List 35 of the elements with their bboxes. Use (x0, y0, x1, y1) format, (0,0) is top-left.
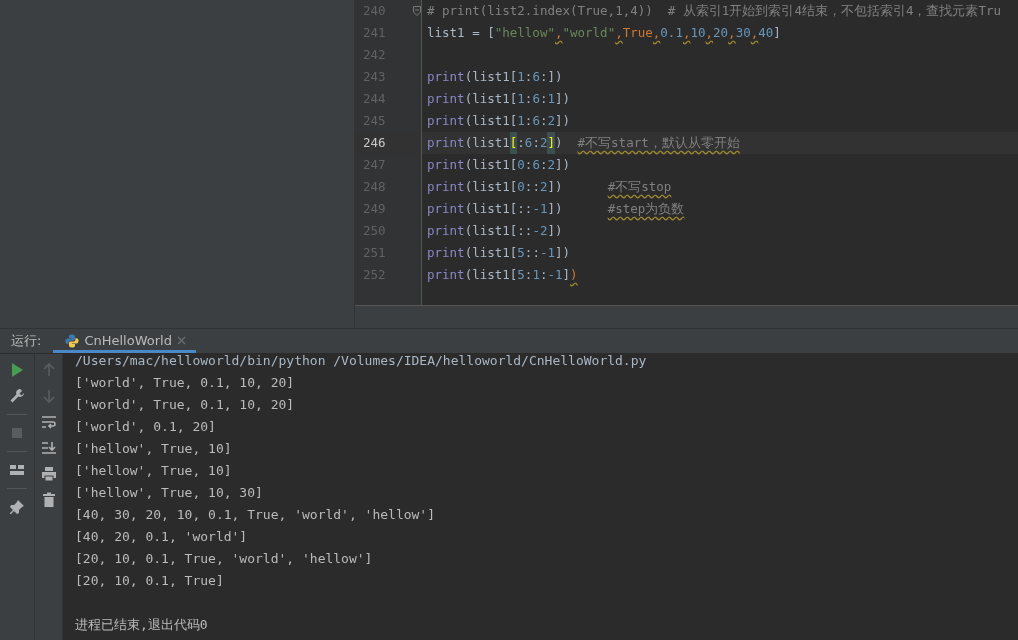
fold-icon[interactable] (413, 6, 421, 16)
console-line: ['hellow', True, 10] (75, 462, 233, 480)
pin-icon[interactable] (9, 499, 25, 515)
scroll-to-end-icon[interactable] (40, 440, 57, 456)
python-icon (65, 333, 80, 348)
run-icon[interactable] (9, 362, 25, 378)
code-line: # print(list2.index(True,1,4)) # 从索引1开始到索引4结束，不包括索引4，查找元素Tru (426, 2, 1003, 20)
console-line: [20, 10, 0.1, True] (75, 572, 225, 590)
console-line: /Users/mac/helloworld/bin/python /Volumes/IDEA/helloworld/CnHelloWorld.py (75, 352, 648, 370)
console-line: [40, 30, 20, 10, 0.1, True, 'world', 'hellow'] (75, 506, 437, 524)
console-line: ['hellow', True, 10, 30] (75, 484, 264, 502)
code-line: print(list1[0::2]) #不写stop (426, 178, 673, 196)
code-line: list1 = ["hellow","world",True,0.1,10,20,30,40] (426, 24, 782, 42)
line-number: 246 (363, 135, 386, 150)
soft-wrap-icon[interactable] (40, 414, 57, 430)
layout-icon[interactable] (9, 462, 25, 478)
console-line: [40, 20, 0.1, 'world'] (75, 528, 249, 546)
console-line: 进程已结束,退出代码0 (75, 616, 209, 634)
console-line: ['world', 0.1, 20] (75, 418, 217, 436)
code-line: print(list1[1:6:2]) (426, 112, 572, 130)
printer-icon[interactable] (40, 466, 57, 482)
code-line: print(list1[::-2]) (426, 222, 564, 240)
code-line: print(list1[::-1]) #step为负数 (426, 200, 686, 218)
code-line: print(list1[1:6:]) (426, 68, 564, 86)
code-line: print(list1[5:1:-1]) (426, 266, 579, 284)
code-line: print(list1[1:6:1]) (426, 90, 572, 108)
trash-icon[interactable] (40, 492, 57, 508)
console-line: [20, 10, 0.1, True, 'world', 'hellow'] (75, 550, 374, 568)
console-line: ['hellow', True, 10] (75, 440, 233, 458)
code-line: print(list1[0:6:2]) (426, 156, 572, 174)
console-line: ['world', True, 0.1, 10, 20] (75, 374, 296, 392)
code-line: print(list1[5::-1]) (426, 244, 572, 262)
console-line: ['world', True, 0.1, 10, 20] (75, 396, 296, 414)
wrench-icon[interactable] (9, 388, 25, 404)
run-label: 运行: (10, 332, 43, 350)
